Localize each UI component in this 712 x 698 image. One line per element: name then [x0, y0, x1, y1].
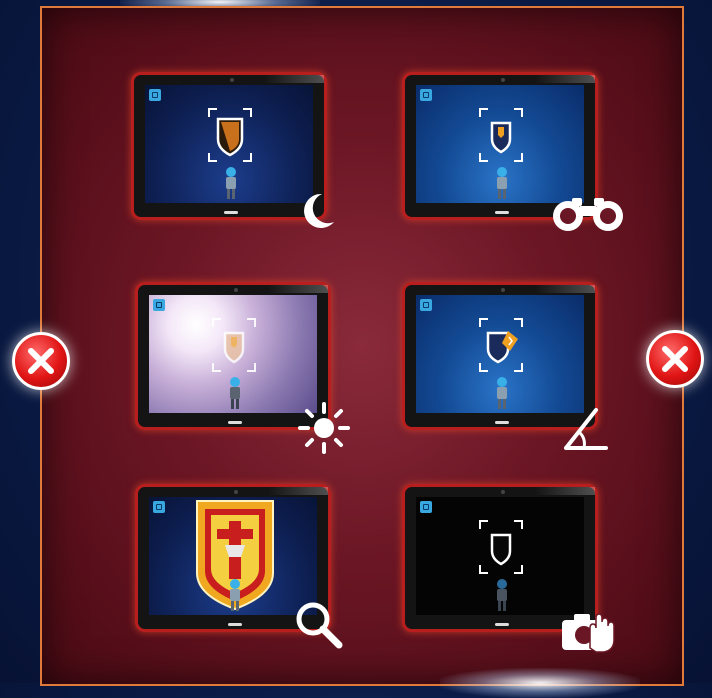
- tablet-sheen: [535, 285, 595, 293]
- sun-icon: [298, 402, 350, 454]
- knight-figure-icon: [497, 167, 507, 199]
- app-icon: [149, 89, 161, 101]
- app-icon: [420, 299, 432, 311]
- scan-frame-icon: [212, 318, 256, 372]
- angle-icon: [564, 408, 608, 450]
- tablet-home-button: [495, 211, 509, 214]
- tips-panel: [40, 6, 684, 686]
- binoculars-icon: [553, 198, 623, 231]
- tablet-home-button: [224, 211, 238, 214]
- tablet-camera: [234, 288, 238, 292]
- scan-frame-icon: [208, 108, 252, 162]
- tablet-home-button: [495, 421, 509, 424]
- tablet-sheen: [535, 487, 595, 495]
- knight-figure-icon: [230, 377, 240, 409]
- tablet-screen: [145, 85, 313, 203]
- tablet-camera: [230, 78, 234, 82]
- tablet-sheen: [268, 487, 328, 495]
- tablet-sheen: [535, 75, 595, 83]
- knight-figure-icon: [497, 579, 507, 611]
- tablet-camera: [234, 490, 238, 494]
- moon-icon: [304, 193, 334, 228]
- tablet-home-button: [228, 421, 242, 424]
- tablet-screen: [416, 295, 584, 413]
- left-close-button[interactable]: [12, 332, 70, 390]
- scan-frame-icon: [479, 108, 523, 162]
- scan-frame-icon: [479, 318, 523, 372]
- scan-frame-icon: [479, 520, 523, 574]
- tablet-screen: [149, 295, 317, 413]
- tablet-camera: [501, 288, 505, 292]
- bottom-light-glow: [440, 668, 640, 698]
- tablet-home-button: [495, 623, 509, 626]
- hand-camera-icon: [562, 613, 615, 653]
- app-icon: [420, 501, 432, 513]
- tablet-sheen: [264, 75, 324, 83]
- tablet-camera: [501, 490, 505, 494]
- knight-figure-icon: [226, 167, 236, 199]
- magnifier-icon: [296, 602, 343, 649]
- tablet-home-button: [228, 623, 242, 626]
- tablet-sheen: [268, 285, 328, 293]
- close-icon: [28, 348, 54, 374]
- close-icon: [662, 346, 688, 372]
- tablet-screen: [416, 85, 584, 203]
- knight-figure-icon: [230, 579, 240, 611]
- tablet-camera: [501, 78, 505, 82]
- app-icon: [420, 89, 432, 101]
- knight-figure-icon: [497, 377, 507, 409]
- tablet-screen: [149, 497, 317, 615]
- tablet-screen: [416, 497, 584, 615]
- app-icon: [153, 501, 165, 513]
- app-icon: [153, 299, 165, 311]
- right-close-button[interactable]: [646, 330, 704, 388]
